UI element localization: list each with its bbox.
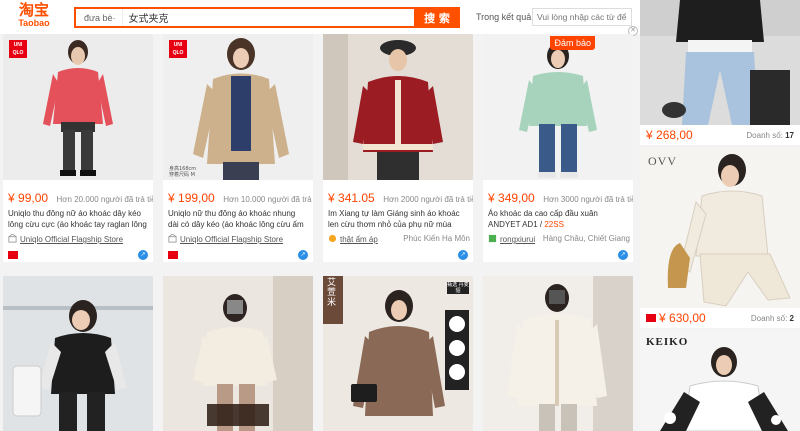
search-box: đưa bè· (74, 7, 414, 28)
guarantee-tag: Đảm bảo (550, 36, 595, 50)
shop-location: Hàng Châu, Chiết Giang (542, 234, 630, 243)
search-header: 淘宝 Taobao đưa bè· 搜 索 Trong kết quả ✕ (0, 0, 640, 36)
sidebar-ad-photo-white-suit (640, 148, 800, 308)
sold-count: Hơn 2000 người đã trả tiền (383, 195, 473, 204)
sidebar-ad-card[interactable]: ¥ 268,00 Doanh số: 17 (640, 0, 800, 145)
product-title[interactable]: Áo khoác da cao cấp đầu xuân ANDYET AD1 … (488, 208, 628, 230)
product-card[interactable]: ¥ 341.05 Hơn 2000 người đã trả tiền Im X… (323, 34, 473, 262)
sold-count: Hơn 3000 người đã trả tiền (543, 195, 633, 204)
product-photo-cream-fleece (163, 276, 313, 431)
svg-text:穿着尺码 M: 穿着尺码 M (169, 171, 195, 178)
tmall-icon (646, 314, 656, 322)
product-card[interactable] (3, 276, 153, 431)
product-photo-mint-jacket (483, 34, 633, 180)
result-filter-label: Trong kết quả (476, 12, 532, 22)
uniqlo-badge: UNI QLO (169, 40, 187, 58)
card-footer: ↗ (168, 250, 310, 262)
search-button[interactable]: 搜 索 (414, 7, 460, 28)
product-title[interactable]: Im Xiang tự làm Giáng sinh áo khoác len … (328, 208, 468, 230)
sidebar-price: ¥ 630,00 (646, 311, 706, 325)
logo-cn: 淘宝 (18, 1, 49, 19)
shop-icon (328, 234, 337, 243)
wangwang-chat-icon[interactable]: ↗ (298, 250, 308, 260)
search-input[interactable] (122, 12, 363, 23)
tmall-icon (8, 251, 18, 259)
sidebar-brand-ovv: OVV (648, 154, 677, 168)
sidebar-ad-photo-jeans (640, 0, 800, 125)
search-category-select[interactable]: đưa bè· (76, 9, 123, 26)
product-card[interactable] (483, 276, 633, 431)
product-card[interactable]: 艾萱米 甄选 丹麦貂 (323, 276, 473, 431)
price: ¥ 199,00 (168, 191, 215, 205)
card-footer: ↗ (488, 250, 630, 262)
product-image[interactable]: UNI QLO (3, 34, 153, 180)
product-card[interactable]: UNI QLO ¥ 99,00 Hơn 20.000 người đã trả … (3, 34, 153, 262)
price: ¥ 341.05 (328, 191, 375, 205)
shop-name-link[interactable]: Uniqlo Official Flagship Store (180, 235, 283, 244)
product-image[interactable]: Đảm bảo (483, 34, 633, 180)
search-category-label: đưa bè· (84, 12, 116, 23)
price-row: ¥ 99,00 Hơn 20.000 người đã trả tiền (8, 189, 153, 207)
shop-row: Uniqlo Official Flagship Store (168, 234, 310, 246)
taobao-search-page: 淘宝 Taobao đưa bè· 搜 索 Trong kết quả ✕ (0, 0, 800, 431)
shop-row: thật ấm áp Phúc Kiến Hạ Môn (328, 234, 470, 246)
product-photo-red-coat (323, 34, 473, 180)
sidebar-ad-card[interactable]: KEIKO (640, 332, 800, 431)
svg-text:身高168cm: 身高168cm (169, 165, 196, 172)
sidebar-sales: Doanh số: 2 (750, 314, 794, 323)
product-card[interactable] (163, 276, 313, 431)
price-row: ¥ 199,00 Hơn 10.000 người đã trả tiền (168, 189, 313, 207)
product-card[interactable]: Đảm bảo ¥ 349,00 Hơn 3000 người đã trả t… (483, 34, 633, 262)
shop-icon (168, 234, 177, 243)
wangwang-chat-icon[interactable]: ↗ (138, 250, 148, 260)
product-title[interactable]: Uniqlo nữ thu đông áo khoác nhung dài có… (168, 208, 308, 230)
sold-count: Hơn 20.000 người đã trả tiền (56, 195, 153, 204)
shop-name-link[interactable]: thật ấm áp (340, 235, 378, 244)
product-card[interactable]: 身高168cm 穿着尺码 M UNI QLO ¥ 199,00 Hơn 10.0… (163, 34, 313, 262)
brand-watermark: 艾萱米 (327, 278, 337, 308)
feature-tag: 甄选 丹麦貂 (447, 282, 469, 294)
shop-icon (8, 234, 17, 243)
card-footer: ↗ (328, 250, 470, 262)
product-image[interactable]: 身高168cm 穿着尺码 M UNI QLO (163, 34, 313, 180)
tmall-icon (168, 251, 178, 259)
shop-row: rongxiurui Hàng Châu, Chiết Giang (488, 234, 630, 246)
product-photo-varsity-jacket (3, 276, 153, 431)
price-row: ¥ 349,00 Hơn 3000 người đã trả tiền (488, 189, 633, 207)
product-photo-brown-fur (323, 276, 473, 431)
sidebar-brand-keiko: KEIKO (646, 336, 689, 348)
wangwang-chat-icon[interactable]: ↗ (618, 250, 628, 260)
shop-icon (488, 234, 497, 243)
price: ¥ 349,00 (488, 191, 535, 205)
product-photo-white-shearling (483, 276, 633, 431)
uniqlo-badge: UNI QLO (9, 40, 27, 58)
sidebar-sales: Doanh số: 17 (746, 131, 794, 140)
sidebar-price: ¥ 268,00 (646, 128, 693, 142)
title-highlight: 22SS (544, 220, 564, 229)
shop-location: Phúc Kiến Hạ Môn (403, 234, 470, 243)
shop-row: Uniqlo Official Flagship Store (8, 234, 150, 246)
price: ¥ 99,00 (8, 191, 49, 205)
shop-name-link[interactable]: Uniqlo Official Flagship Store (20, 235, 123, 244)
sold-count: Hơn 10.000 người đã trả tiền (223, 195, 313, 204)
card-footer: ↗ (8, 250, 150, 262)
shop-name-link[interactable]: rongxiurui (500, 235, 535, 244)
taobao-logo[interactable]: 淘宝 Taobao (14, 3, 54, 31)
product-title[interactable]: Uniqlo thu đông nữ áo khoác dây kéo lông… (8, 208, 148, 230)
wangwang-chat-icon[interactable]: ↗ (458, 250, 468, 260)
logo-en: Taobao (18, 18, 50, 28)
product-image[interactable] (323, 34, 473, 180)
price-row: ¥ 341.05 Hơn 2000 người đã trả tiền (328, 189, 473, 207)
result-filter-input[interactable] (532, 8, 632, 26)
sidebar-ad-card[interactable]: OVV ¥ 630,00 Doanh số: 2 (640, 148, 800, 328)
